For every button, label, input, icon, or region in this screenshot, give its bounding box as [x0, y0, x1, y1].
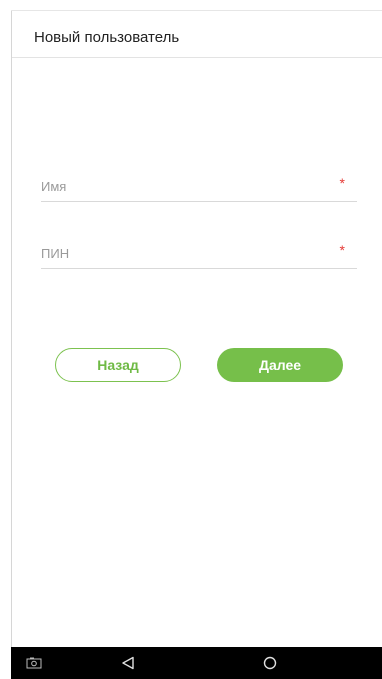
- back-triangle-icon[interactable]: [117, 647, 139, 679]
- pin-field[interactable]: *: [41, 241, 357, 269]
- app-screen: Новый пользователь * * Назад Далее: [0, 0, 382, 679]
- name-field[interactable]: *: [41, 174, 357, 202]
- page-title: Новый пользователь: [34, 29, 180, 46]
- next-button[interactable]: Далее: [217, 348, 343, 382]
- home-circle-icon[interactable]: [259, 647, 281, 679]
- system-navigation-bar: [11, 647, 382, 679]
- required-marker: *: [339, 242, 345, 258]
- app-header: Новый пользователь: [12, 11, 382, 58]
- back-button[interactable]: Назад: [55, 348, 181, 382]
- name-input[interactable]: [41, 174, 331, 198]
- screen-edge-left: [11, 10, 12, 647]
- screenshot-icon[interactable]: [24, 647, 44, 679]
- required-marker: *: [339, 175, 345, 191]
- pin-input[interactable]: [41, 241, 331, 265]
